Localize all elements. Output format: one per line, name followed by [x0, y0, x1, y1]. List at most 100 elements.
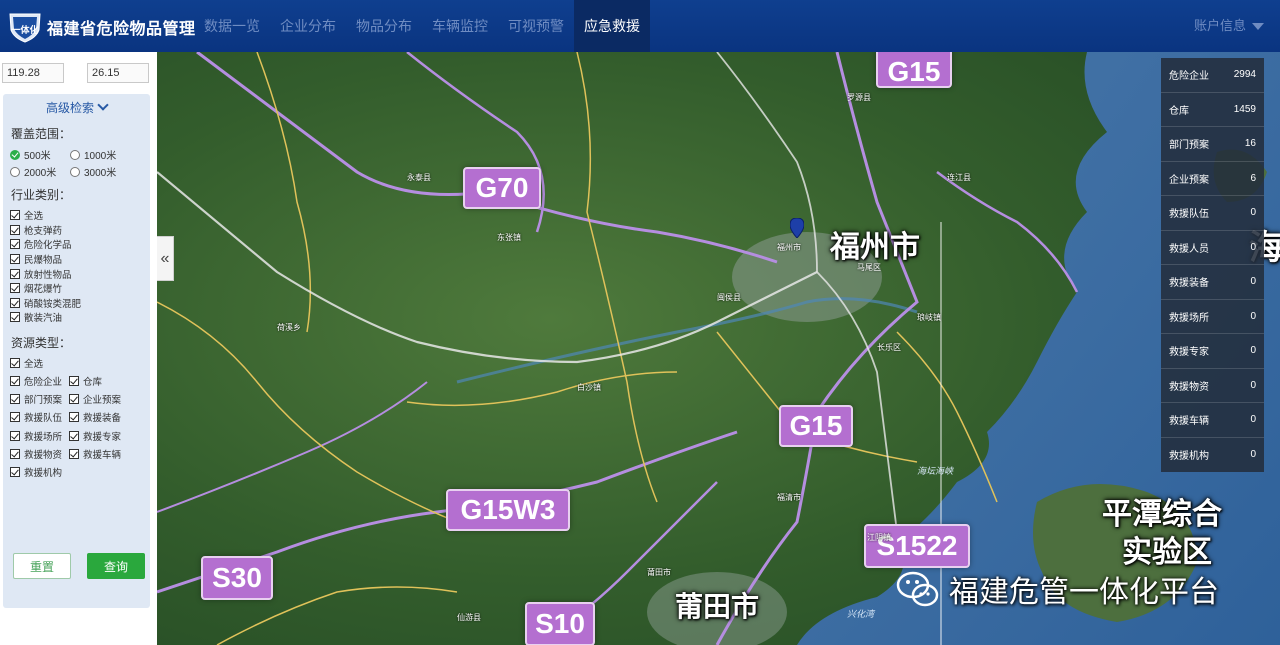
account-menu[interactable]: 账户信息 [1194, 0, 1264, 52]
stat-row[interactable]: 救援队伍 0 [1161, 196, 1264, 231]
resource-checkbox-warehouse[interactable]: 仓库 [69, 372, 128, 390]
radio-1000m[interactable]: 1000米 [70, 147, 130, 162]
stat-row[interactable]: 危险企业 2994 [1161, 58, 1264, 93]
resource-checkbox-rescue-team[interactable]: 救援队伍 [10, 408, 69, 426]
resource-checkbox-rescue-supplies[interactable]: 救援物资 [10, 445, 69, 463]
highway-shield-g70: G70 [463, 167, 541, 209]
nav-data-overview[interactable]: 数据一览 [194, 0, 270, 52]
checkbox-checked-icon [10, 254, 20, 265]
wechat-icon [896, 571, 939, 607]
checkbox-label: 民爆物品 [24, 255, 63, 267]
stat-row[interactable]: 救援装备 0 [1161, 265, 1264, 300]
stat-row[interactable]: 救援专家 0 [1161, 334, 1264, 369]
industry-checkbox-radioactive[interactable]: 放射性物品 [10, 266, 81, 281]
nav-vehicle-monitoring[interactable]: 车辆监控 [422, 0, 498, 52]
industry-checkbox-firearms[interactable]: 枪支弹药 [10, 223, 81, 238]
resource-checkbox-rescue-vehicle[interactable]: 救援车辆 [69, 445, 128, 463]
stat-row[interactable]: 救援车辆 0 [1161, 403, 1264, 438]
stat-row[interactable]: 仓库 1459 [1161, 93, 1264, 127]
stat-row[interactable]: 部门预案 16 [1161, 127, 1264, 162]
industry-checkbox-all[interactable]: 全选 [10, 208, 81, 223]
resource-stats-panel: 危险企业 2994 仓库 1459 部门预案 16 企业预案 6 救援队伍 0 救援人员 0… [1161, 58, 1264, 472]
checkbox-label: 救援物资 [24, 449, 63, 461]
town-label: 白沙镇 [577, 383, 601, 392]
industry-checkbox-fireworks[interactable]: 烟花爆竹 [10, 281, 81, 296]
checkbox-checked-icon [10, 467, 20, 478]
checkbox-checked-icon [10, 376, 20, 387]
checkbox-checked-icon [10, 210, 20, 221]
radio-2000m[interactable]: 2000米 [10, 164, 70, 179]
resource-checkbox-enterprise-plan[interactable]: 企业预案 [69, 390, 128, 408]
stat-row[interactable]: 救援场所 0 [1161, 300, 1264, 334]
town-label: 马尾区 [857, 263, 881, 272]
town-label: 永泰县 [407, 173, 431, 182]
advanced-search-label: 高级检索 [45, 101, 94, 115]
resource-checkbox-all[interactable]: 全选 [10, 356, 43, 371]
stat-row[interactable]: 企业预案 6 [1161, 162, 1264, 196]
radio-3000m[interactable]: 3000米 [70, 164, 130, 179]
checkbox-label: 全选 [24, 359, 44, 371]
stat-row[interactable]: 救援机构 0 [1161, 438, 1264, 473]
reset-button[interactable]: 重置 [13, 553, 71, 579]
nav-enterprise-distribution[interactable]: 企业分布 [270, 0, 346, 52]
advanced-search-toggle[interactable]: 高级检索 [3, 99, 150, 116]
radio-checked-icon [10, 149, 20, 160]
nav-visual-warning[interactable]: 可视预警 [498, 0, 574, 52]
nav-emergency-rescue[interactable]: 应急救援 [574, 0, 650, 52]
town-label: 琅岐镇 [917, 313, 941, 322]
coverage-title: 覆盖范围： [11, 127, 72, 141]
stat-label: 救援物资 [1169, 381, 1209, 393]
town-label: 荷溪乡 [277, 323, 301, 332]
stat-row[interactable]: 救援物资 0 [1161, 369, 1264, 403]
stat-value: 0 [1250, 310, 1256, 322]
industry-list: 全选 枪支弹药 危险化学品 民爆物品 放射性物品 烟花爆竹 硝酸铵类混肥 散装汽… [10, 208, 81, 325]
stat-label: 救援人员 [1169, 243, 1209, 255]
resource-checkbox-enterprise[interactable]: 危险企业 [10, 372, 69, 390]
resource-checkbox-dept-plan[interactable]: 部门预案 [10, 390, 69, 408]
checkbox-label: 散装汽油 [24, 313, 63, 325]
resource-checkbox-rescue-equipment[interactable]: 救援装备 [69, 408, 128, 426]
stat-value: 1459 [1233, 103, 1256, 115]
checkbox-label: 救援车辆 [83, 449, 122, 461]
town-label: 仙游县 [457, 613, 481, 622]
latitude-input[interactable] [87, 63, 149, 83]
resource-title: 资源类型： [11, 336, 72, 350]
sea-label: 兴化湾 [847, 609, 875, 619]
stat-value: 0 [1250, 276, 1256, 288]
city-label-fuzhou: 福州市 [830, 230, 920, 265]
resource-checkbox-rescue-expert[interactable]: 救援专家 [69, 427, 128, 445]
stat-value: 0 [1250, 345, 1256, 357]
industry-checkbox-gasoline[interactable]: 散装汽油 [10, 310, 81, 325]
industry-checkbox-ammonium[interactable]: 硝酸铵类混肥 [10, 296, 81, 311]
town-label: 罗源县 [847, 93, 871, 102]
checkbox-checked-icon [69, 376, 79, 387]
stat-row[interactable]: 救援人员 0 [1161, 231, 1264, 265]
checkbox-label: 救援场所 [24, 431, 63, 443]
resource-checkbox-rescue-site[interactable]: 救援场所 [10, 427, 69, 445]
town-label: 闽侯县 [717, 293, 741, 302]
checkbox-checked-icon [10, 412, 20, 423]
stat-value: 16 [1244, 138, 1256, 150]
stat-value: 0 [1250, 449, 1256, 461]
satellite-map[interactable]: G70 G15 G15 G15W3 S30 S10 S1522 福州市 莆田市 … [157, 52, 1280, 645]
checkbox-checked-icon [10, 224, 20, 235]
industry-checkbox-explosives[interactable]: 民爆物品 [10, 252, 81, 267]
checkbox-label: 危险化学品 [24, 240, 72, 252]
checkbox-checked-icon [10, 312, 20, 323]
stat-label: 救援机构 [1169, 451, 1209, 463]
radio-500m[interactable]: 500米 [10, 147, 70, 162]
watermark-text: 福建危管一体化平台 [949, 575, 1219, 610]
nav-goods-distribution[interactable]: 物品分布 [346, 0, 422, 52]
location-pin-icon[interactable] [790, 218, 804, 238]
query-button[interactable]: 查询 [87, 553, 145, 579]
longitude-input[interactable] [2, 63, 64, 83]
resource-grid: 危险企业 仓库 部门预案 企业预案 救援队伍 救援装备 救援场所 救援专家 救援… [10, 372, 148, 481]
highway-shield-g15w3: G15W3 [446, 489, 570, 531]
town-label: 江阴镇 [867, 533, 891, 542]
checkbox-checked-icon [69, 430, 79, 441]
town-label: 福州市 [777, 243, 801, 252]
sea-label: 海坛海峡 [917, 466, 954, 476]
collapse-panel-button[interactable]: « [157, 236, 174, 281]
resource-checkbox-rescue-agency[interactable]: 救援机构 [10, 463, 69, 481]
industry-checkbox-chemicals[interactable]: 危险化学品 [10, 237, 81, 252]
